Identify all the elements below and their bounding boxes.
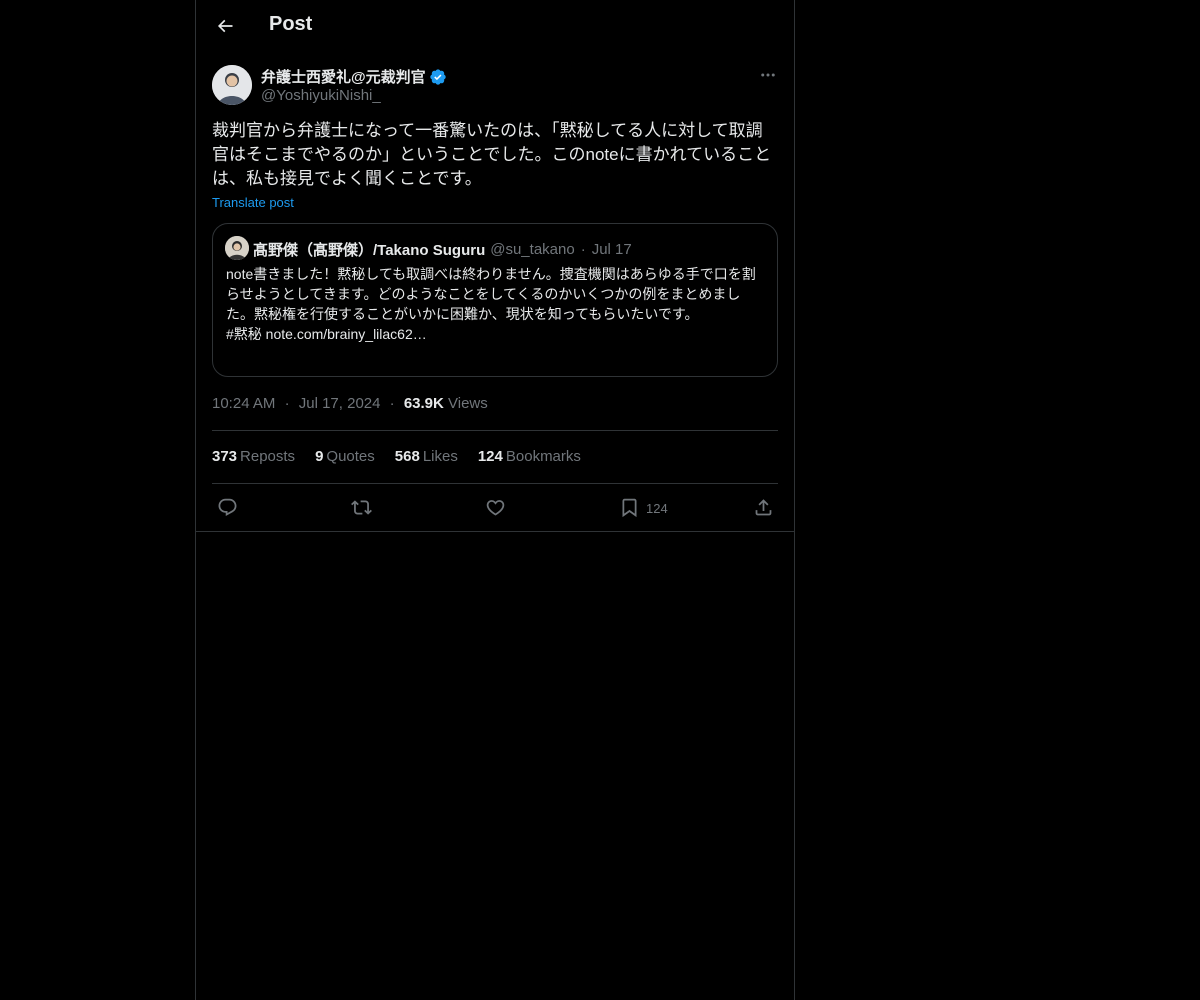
share-icon	[755, 498, 772, 515]
likes-stat[interactable]: 568 Likes	[395, 448, 458, 465]
author-handle[interactable]: @YoshiyukiNishi_	[261, 87, 381, 104]
repost-icon	[351, 499, 372, 515]
page-title: Post	[269, 13, 313, 35]
quote-header: 髙野傑（髙野傑）/Takano Suguru @su_takano · Jul …	[253, 239, 632, 260]
separator-dot: ·	[284, 395, 290, 412]
likes-count: 568	[394, 448, 420, 465]
bookmark-count: 124	[646, 500, 668, 516]
bookmark-button[interactable]: 124	[619, 495, 668, 519]
author-avatar[interactable]	[212, 65, 252, 105]
reposts-count: 373	[212, 448, 238, 465]
quote-author-name: 髙野傑（髙野傑）/Takano Suguru	[253, 242, 486, 259]
engagement-stats: 373 Reposts 9 Quotes 568 Likes 124 Bookmarks	[212, 448, 601, 465]
bookmark-icon	[622, 498, 637, 517]
post-meta: 10:24 AM · Jul 17, 2024 · 63.9K Views	[212, 395, 488, 412]
separator-dot: ·	[389, 395, 395, 412]
quote-author-handle: @su_takano	[490, 241, 575, 258]
quotes-count: 9	[315, 448, 324, 465]
separator-dot: ·	[580, 241, 586, 258]
reply-button[interactable]	[217, 495, 238, 519]
reposts-stat[interactable]: 373 Reposts	[212, 448, 295, 465]
reply-icon	[218, 498, 237, 516]
action-bar: 124	[196, 485, 794, 530]
more-options-button[interactable]	[753, 64, 783, 86]
author-name[interactable]: 弁護士西愛礼@元裁判官	[261, 66, 426, 87]
translate-post-link[interactable]: Translate post	[212, 195, 294, 210]
post-date[interactable]: Jul 17, 2024	[299, 395, 381, 412]
quote-body: note書きました！黙秘しても取調べは終わりません。捜査機関はあらゆる手で口を割…	[226, 266, 756, 322]
back-button[interactable]	[208, 9, 242, 43]
likes-label: Likes	[422, 448, 458, 465]
heart-icon	[486, 499, 505, 516]
bookmarks-stat[interactable]: 124 Bookmarks	[478, 448, 581, 465]
divider	[196, 531, 794, 532]
quotes-stat[interactable]: 9 Quotes	[315, 448, 375, 465]
author-name-row[interactable]: 弁護士西愛礼@元裁判官	[261, 66, 447, 87]
quote-link-line[interactable]: #黙秘 note.com/brainy_lilac62…	[226, 324, 768, 344]
quoted-post[interactable]: 髙野傑（髙野傑）/Takano Suguru @su_takano · Jul …	[212, 223, 778, 377]
reposts-label: Reposts	[240, 448, 296, 465]
like-button[interactable]	[485, 495, 506, 519]
quote-author-avatar	[225, 236, 249, 260]
repost-button[interactable]	[351, 495, 372, 519]
arrow-left-icon	[217, 19, 233, 33]
post-text: 裁判官から弁護士になって一番驚いたのは、「黙秘してる人に対して取調官はそこまでや…	[212, 121, 772, 188]
views-count: 63.9K	[403, 395, 444, 412]
post-column: Post 弁護士西愛礼@元裁判官 @YoshiyukiNishi_ 裁判官から弁…	[195, 0, 795, 1000]
post-time[interactable]: 10:24 AM	[212, 395, 275, 412]
more-dots-icon	[761, 73, 775, 77]
views-label: Views	[448, 395, 488, 412]
verified-badge-icon	[429, 68, 447, 86]
quote-text: note書きました！黙秘しても取調べは終わりません。捜査機関はあらゆる手で口を割…	[226, 264, 768, 344]
quote-date: Jul 17	[591, 241, 632, 258]
divider	[212, 430, 778, 431]
share-button[interactable]	[753, 495, 774, 519]
quotes-label: Quotes	[326, 448, 375, 465]
bookmarks-label: Bookmarks	[505, 448, 581, 465]
page-header: Post	[196, 0, 794, 53]
divider	[212, 483, 778, 484]
bookmarks-count: 124	[477, 448, 503, 465]
